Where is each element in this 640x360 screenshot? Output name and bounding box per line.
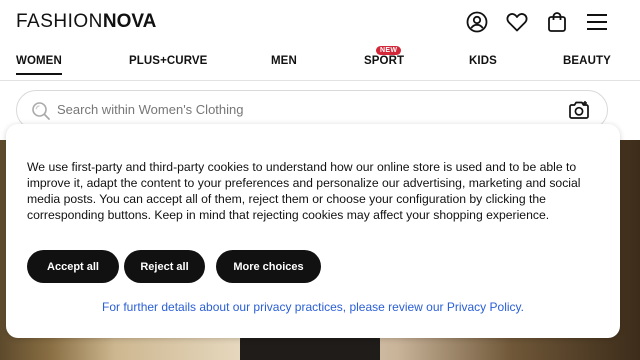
site-header: FASHION NOVA [0, 0, 640, 44]
nav-item-beauty[interactable]: BEAUTY [563, 55, 611, 67]
camera-search-icon[interactable] [568, 100, 590, 125]
nav-item-women[interactable]: WOMEN [16, 55, 62, 75]
nav-item-kids[interactable]: KIDS [469, 55, 497, 67]
nav-item-sport[interactable]: SPORT [364, 55, 404, 67]
account-icon[interactable] [465, 10, 489, 34]
brand-logo[interactable]: FASHION NOVA [16, 11, 156, 33]
cookie-consent-dialog: We use first-party and third-party cooki… [6, 124, 620, 338]
nav-item-plus-curve[interactable]: PLUS+CURVE [129, 55, 207, 67]
menu-icon[interactable] [585, 10, 609, 34]
heart-icon[interactable] [505, 10, 529, 34]
privacy-policy-link[interactable]: For further details about our privacy pr… [6, 300, 620, 314]
search-icon [31, 101, 51, 126]
category-nav: WOMEN PLUS+CURVE MEN SPORT KIDS BEAUTY [0, 44, 640, 81]
reject-all-button[interactable]: Reject all [124, 250, 205, 283]
new-badge: NEW [376, 46, 402, 55]
search-input[interactable] [57, 102, 537, 117]
more-choices-button[interactable]: More choices [216, 250, 321, 283]
logo-text-nova: NOVA [102, 11, 157, 32]
nav-item-men[interactable]: MEN [271, 55, 297, 67]
accept-all-button[interactable]: Accept all [27, 250, 119, 283]
logo-text-fashion: FASHION [16, 11, 103, 32]
bag-icon[interactable] [545, 10, 569, 34]
cookie-message: We use first-party and third-party cooki… [27, 160, 581, 222]
